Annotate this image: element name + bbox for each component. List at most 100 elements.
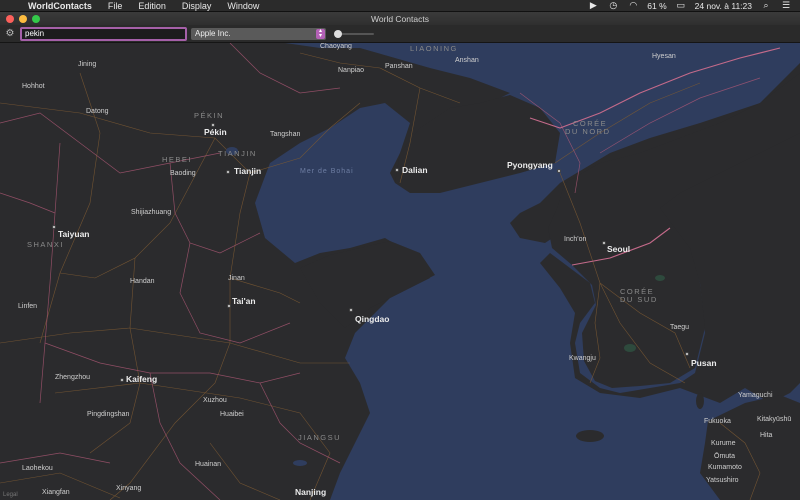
town-label-jinan: Jinan <box>228 275 245 282</box>
city-dot-taian[interactable] <box>227 304 231 308</box>
city-label-kaifeng[interactable]: Kaifeng <box>126 374 157 384</box>
city-label-pusan[interactable]: Pusan <box>691 358 717 368</box>
border-3 <box>39 142 61 404</box>
notification-center-icon[interactable]: ☰ <box>780 0 792 11</box>
town-label-linfen: Linfen <box>18 303 38 310</box>
spotlight-search-icon[interactable]: ⌕ <box>760 0 772 11</box>
slider-knob[interactable] <box>334 29 342 38</box>
town-label-chaoyang: Chaoyang <box>320 43 352 50</box>
town-label-shijiazhuang: Shijiazhuang <box>131 209 172 216</box>
city-dot-pusan[interactable] <box>685 352 689 356</box>
town-label-hohhot: Hohhot <box>22 83 45 90</box>
city-label-taian[interactable]: Tai'an <box>232 296 256 306</box>
map-canvas <box>0 43 800 500</box>
city-dot-pyongyang[interactable] <box>557 169 561 173</box>
region-label-hebei: HEBEI <box>162 155 193 164</box>
town-label-incheon: Inch'on <box>564 236 587 243</box>
border-9 <box>229 43 341 94</box>
town-label-xinyang: Xinyang <box>116 485 142 492</box>
zoom-window-button[interactable] <box>32 14 40 23</box>
media-icon[interactable]: ▶︎ <box>587 0 599 11</box>
town-label-baoding: Baoding <box>170 170 196 177</box>
town-label-yatsushiro: Yatsushiro <box>706 477 739 484</box>
company-select[interactable]: Apple Inc. ▴ ▾ <box>191 27 326 40</box>
region-label-coree-nord-2: DU NORD <box>565 127 611 136</box>
region-label-jiangsu: JIANGSU <box>298 433 342 442</box>
gear-icon[interactable]: ⚙ <box>4 28 16 40</box>
select-arrows-icon: ▴ ▾ <box>316 28 325 39</box>
city-dot-kaifeng[interactable] <box>120 378 124 382</box>
legal-link[interactable]: Legal <box>3 492 18 498</box>
town-label-xuzhou: Xuzhou <box>203 397 227 404</box>
city-dot-dalian[interactable] <box>395 168 399 172</box>
tsushima-island <box>696 393 704 409</box>
town-label-fukuoka: Fukuoka <box>704 418 731 425</box>
town-label-hyesan: Hyesan <box>652 53 676 60</box>
window-titlebar: World Contacts <box>0 12 800 25</box>
region-label-liaoning: LIAONING <box>410 44 458 53</box>
region-label-pekin: PÉKIN <box>194 111 225 120</box>
town-label-taegu: Taegu <box>670 324 690 331</box>
lake-2 <box>293 460 307 466</box>
town-label-handan: Handan <box>130 278 155 285</box>
town-label-panshan: Panshan <box>385 63 413 70</box>
town-label-huainan: Huainan <box>195 461 222 468</box>
zoom-slider[interactable] <box>334 28 374 40</box>
city-label-qingdao[interactable]: Qingdao <box>355 314 389 324</box>
toolbar: ⚙ Apple Inc. ▴▾ <box>0 25 800 43</box>
menu-edition[interactable]: Edition <box>130 1 174 11</box>
time-machine-icon[interactable]: ◷ <box>607 0 619 11</box>
town-label-huaibei: Huaibei <box>220 411 244 418</box>
jeju-island <box>576 430 604 442</box>
menu-app-name[interactable]: WorldContacts <box>24 1 100 11</box>
lake-4 <box>624 344 636 352</box>
town-label-omuta: Ōmuta <box>714 453 736 460</box>
slider-track <box>338 32 374 35</box>
close-window-button[interactable] <box>6 14 14 23</box>
city-dot-seoul[interactable] <box>602 241 606 245</box>
town-label-kurume: Kurume <box>711 440 736 447</box>
map-view[interactable]: LIAONING PÉKIN HEBEI TIANJIN SHANXI CORÉ… <box>0 43 800 500</box>
city-dot-taiyuan[interactable] <box>52 225 56 229</box>
city-dot-qingdao[interactable] <box>349 308 353 312</box>
road-6 <box>54 382 331 500</box>
border-12 <box>0 192 56 214</box>
region-label-tianjin: TIANJIN <box>218 149 257 158</box>
menu-clock[interactable]: 24 nov. à 11:23 <box>695 1 752 11</box>
town-label-kwangju: Kwangju <box>569 355 596 362</box>
menu-file[interactable]: File <box>100 1 131 11</box>
window-title: World Contacts <box>371 13 429 24</box>
city-label-dalian[interactable]: Dalian <box>402 165 428 175</box>
town-label-jining: Jining <box>78 61 97 68</box>
town-label-hita: Hita <box>760 432 773 439</box>
border-7 <box>259 382 341 464</box>
town-label-xiangfan: Xiangfan <box>42 489 70 496</box>
battery-icon[interactable]: ▭ <box>675 0 687 11</box>
minimize-window-button[interactable] <box>19 14 27 23</box>
town-label-anshan: Anshan <box>455 57 479 64</box>
town-label-datong: Datong <box>86 108 109 115</box>
border-8 <box>0 452 111 464</box>
menu-bar: WorldContacts File Edition Display Windo… <box>0 0 800 12</box>
border-1 <box>0 112 221 174</box>
town-label-kumamoto: Kumamoto <box>708 464 742 471</box>
menu-display[interactable]: Display <box>174 1 220 11</box>
wifi-icon[interactable]: ◠ <box>627 0 639 11</box>
town-label-pingdingshan: Pingdingshan <box>87 411 130 418</box>
search-input[interactable] <box>20 26 187 41</box>
battery-percent: 61 % <box>647 0 667 11</box>
city-label-taiyuan[interactable]: Taiyuan <box>58 229 90 239</box>
city-label-pekin[interactable]: Pékin <box>204 127 227 137</box>
lake-3 <box>655 275 665 281</box>
region-label-coree-sud-2: DU SUD <box>620 295 658 304</box>
city-label-nanjing[interactable]: Nanjing <box>295 487 326 497</box>
region-label-shanxi: SHANXI <box>27 240 64 249</box>
city-label-tianjin[interactable]: Tianjin <box>234 166 261 176</box>
city-dot-tianjin[interactable] <box>226 170 230 174</box>
road-4 <box>89 257 141 454</box>
town-label-laohekou: Laohekou <box>22 465 53 472</box>
sea-label-bohai: Mer de Bohai <box>300 168 354 175</box>
city-label-pyongyang[interactable]: Pyongyang <box>507 160 553 170</box>
city-label-seoul[interactable]: Seoul <box>607 244 630 254</box>
menu-window[interactable]: Window <box>219 1 267 11</box>
